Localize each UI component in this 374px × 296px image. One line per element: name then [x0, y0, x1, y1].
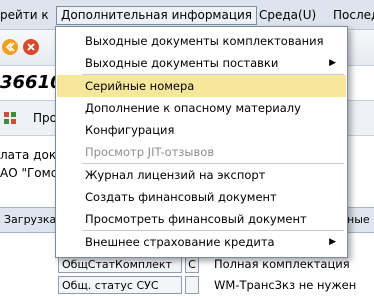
- menu-item-dangerous-goods[interactable]: Дополнение к опасному материалу: [57, 97, 346, 119]
- menu-item-label: Выходные документы комплектования: [85, 34, 324, 48]
- status-row: Общ. статус СУС WM-ТрансЗкз не нужен: [0, 276, 374, 296]
- menu-item-serial-numbers[interactable]: Серийные номера: [57, 75, 346, 97]
- status-text: Полная комплектация: [214, 257, 350, 271]
- menu-item-configuration[interactable]: Конфигурация: [57, 119, 346, 141]
- cancel-icon[interactable]: [23, 39, 39, 55]
- grid-icon[interactable]: [3, 111, 17, 125]
- submenu-arrow-icon: ▶: [329, 237, 336, 247]
- menu-item-label: Дополнение к опасному материалу: [85, 101, 301, 115]
- menu-item-delivery-output[interactable]: Выходные документы поставки ▶: [57, 52, 346, 74]
- menu-goto[interactable]: рейти к: [0, 8, 49, 22]
- menu-item-picking-output[interactable]: Выходные документы комплектования: [57, 30, 346, 52]
- submenu-arrow-icon: ▶: [329, 58, 336, 68]
- menu-item-create-financial-doc[interactable]: Создать финансовый документ: [57, 186, 346, 208]
- menu-item-export-license-log[interactable]: Журнал лицензий на экспорт: [57, 164, 346, 186]
- menu-item-label: Создать финансовый документ: [85, 190, 277, 204]
- status-code[interactable]: [185, 276, 199, 294]
- menu-item-label: Журнал лицензий на экспорт: [85, 168, 266, 182]
- menu-item-credit-insurance[interactable]: Внешнее страхование кредита ▶: [57, 231, 346, 253]
- menu-item-label: Выходные документы поставки: [85, 56, 279, 70]
- menu-environment[interactable]: Среда(U): [259, 8, 316, 22]
- status-field-name: Общ. статус СУС: [58, 276, 182, 294]
- menu-item-label: Просмотреть финансовый документ: [85, 212, 307, 226]
- menu-item-display-financial-doc[interactable]: Просмотреть финансовый документ: [57, 208, 346, 230]
- status-text: WM-ТрансЗкз не нужен: [214, 278, 357, 292]
- additional-info-dropdown: Выходные документы комплектования Выходн…: [55, 26, 348, 258]
- menu-item-label: Внешнее страхование кредита: [85, 235, 275, 249]
- menu-next[interactable]: Послед: [333, 8, 374, 22]
- menu-item-label: Серийные номера: [85, 79, 195, 93]
- status-row: ОбщСтатКомплект С Полная комплектация: [0, 255, 374, 275]
- menu-additional-info[interactable]: Дополнительная информация: [56, 6, 258, 25]
- menu-item-label: Просмотр JIT-отзывов: [85, 145, 215, 159]
- tab-loading[interactable]: Загрузка: [0, 208, 62, 232]
- navigate-back-icon[interactable]: [2, 39, 18, 55]
- menu-item-jit-calls: Просмотр JIT-отзывов: [57, 141, 346, 163]
- toolbar2-label[interactable]: Про: [33, 111, 57, 125]
- menu-item-label: Конфигурация: [85, 123, 175, 137]
